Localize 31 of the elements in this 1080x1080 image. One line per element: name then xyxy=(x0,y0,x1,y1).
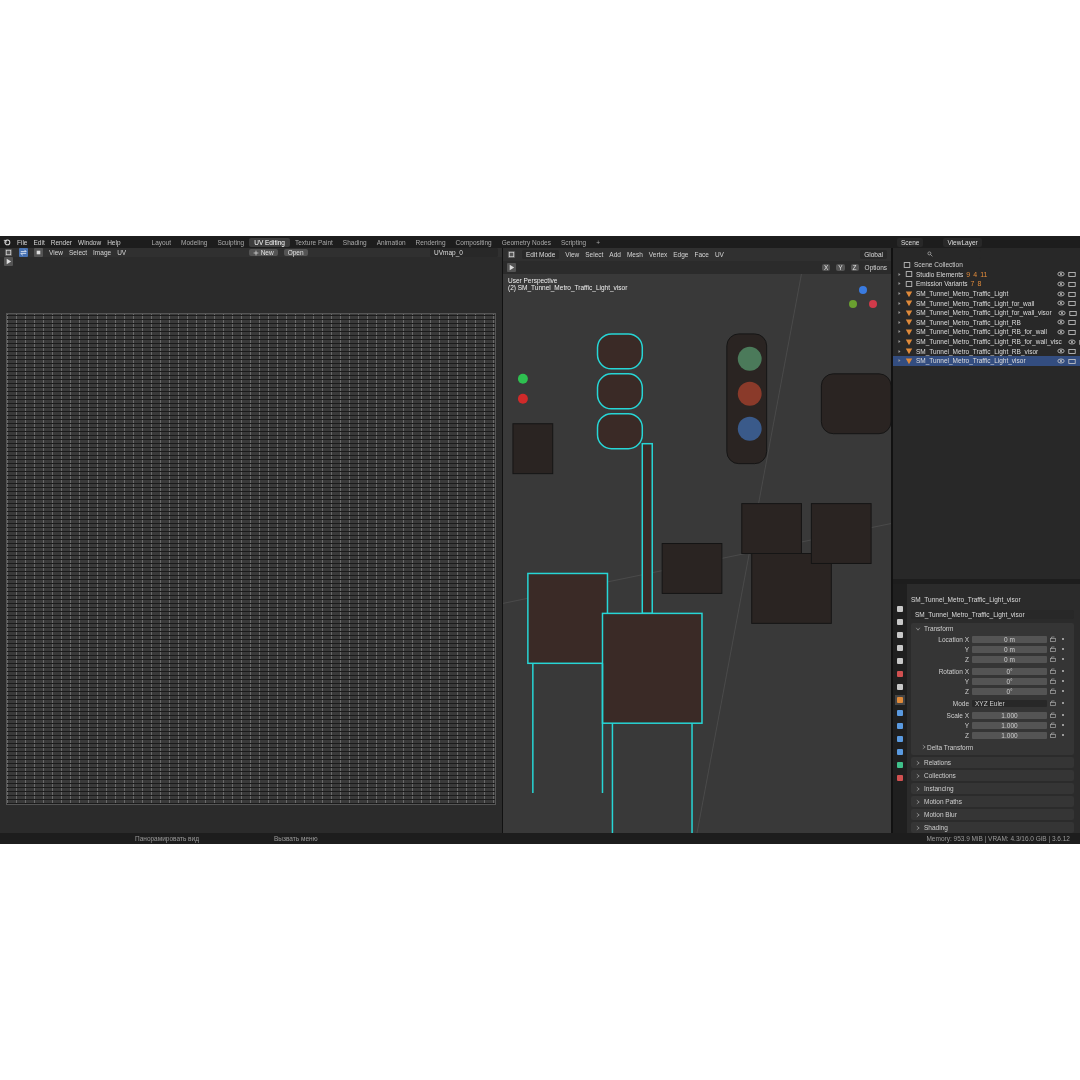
lock-icon[interactable] xyxy=(1050,646,1056,652)
eye-icon[interactable] xyxy=(1057,308,1066,317)
eye-icon[interactable] xyxy=(1057,289,1065,298)
eye-icon[interactable] xyxy=(1057,299,1065,308)
eye-icon[interactable] xyxy=(1057,280,1065,288)
lock-icon[interactable] xyxy=(1050,656,1056,662)
chevron-icon xyxy=(915,625,921,632)
eye-icon[interactable] xyxy=(1067,337,1076,346)
select-tool-icon[interactable] xyxy=(4,257,13,266)
lock-icon[interactable] xyxy=(1050,732,1056,738)
eye-icon[interactable] xyxy=(1057,347,1065,356)
lock-icon[interactable] xyxy=(1050,712,1056,718)
lock-icon[interactable] xyxy=(1050,668,1056,674)
lock-icon[interactable] xyxy=(1050,700,1056,706)
eye-icon[interactable] xyxy=(1057,356,1065,365)
eye-icon[interactable] xyxy=(1057,318,1065,327)
search-icon xyxy=(927,251,933,257)
editor-type-icon[interactable] xyxy=(507,250,516,259)
blender-logo-icon[interactable] xyxy=(3,238,11,246)
lock-icon[interactable] xyxy=(1050,636,1056,642)
lock-icon[interactable] xyxy=(1050,722,1056,728)
plus-icon xyxy=(252,250,259,257)
editor-type-icon[interactable] xyxy=(4,248,13,257)
eye-icon[interactable] xyxy=(1057,327,1065,336)
lock-icon[interactable] xyxy=(1050,678,1056,684)
lock-icon[interactable] xyxy=(1050,688,1056,694)
select-mode-icon[interactable] xyxy=(34,248,43,257)
chevron-icon xyxy=(921,744,927,750)
select-tool-icon[interactable] xyxy=(507,263,516,272)
sync-selection-icon[interactable] xyxy=(19,248,28,257)
eye-icon[interactable] xyxy=(1057,270,1065,279)
